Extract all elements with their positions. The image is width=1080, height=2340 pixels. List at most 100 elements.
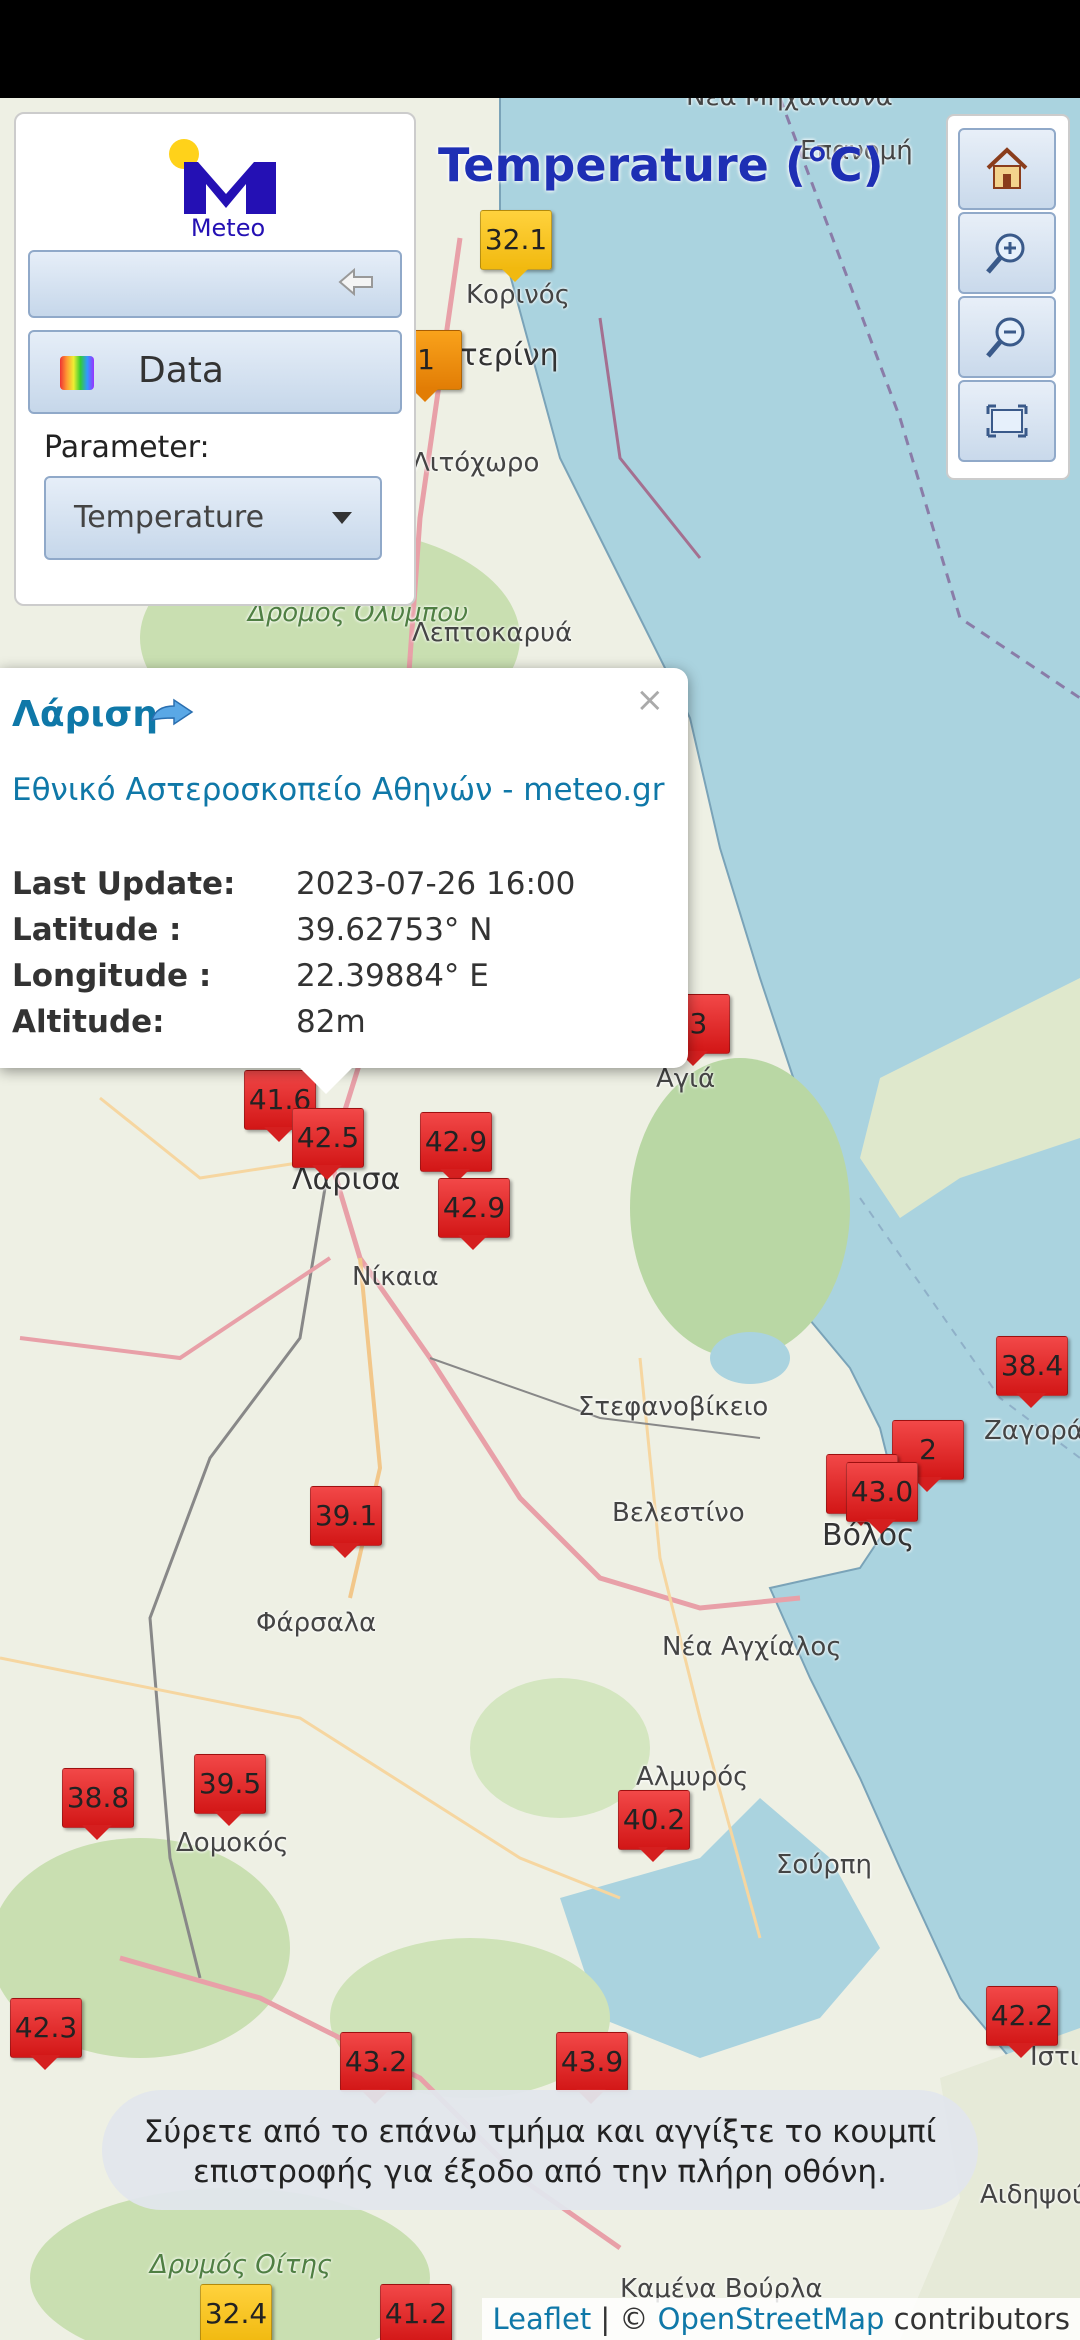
- popup-row-latitude: Latitude : 39.62753° N: [12, 912, 492, 948]
- home-button[interactable]: [958, 128, 1056, 210]
- marker-value: 40.2: [618, 1790, 690, 1850]
- parameter-select[interactable]: Temperature: [44, 476, 382, 560]
- marker-value: 42.9: [420, 1112, 492, 1172]
- marker-pointer: [214, 1811, 244, 1826]
- marker-value: 42.5: [292, 1108, 364, 1168]
- map-title: Temperature (°C): [438, 138, 884, 192]
- osm-link[interactable]: OpenStreetMap: [658, 2302, 885, 2336]
- marker-value: 32.4: [200, 2284, 272, 2340]
- place-label: Νέα Αγχίαλος: [662, 1632, 842, 1662]
- back-button[interactable]: [28, 250, 402, 318]
- temperature-marker[interactable]: 40.2: [618, 1790, 690, 1862]
- temperature-marker[interactable]: 38.4: [996, 1336, 1068, 1408]
- field-value: 82m: [296, 1004, 366, 1040]
- temperature-marker[interactable]: 39.1: [310, 1486, 382, 1558]
- data-icon: [60, 356, 94, 390]
- fullscreen-hint-toast: Σύρετε από το επάνω τμήμα και αγγίξτε το…: [102, 2090, 978, 2210]
- marker-pointer: [330, 1543, 360, 1558]
- station-name: Λάριση: [12, 694, 159, 735]
- marker-pointer: [500, 267, 530, 282]
- place-label: Δομοκός: [176, 1828, 289, 1858]
- place-label: Στεφανοβίκειο: [578, 1392, 769, 1422]
- meteo-logo: Meteo: [169, 139, 276, 242]
- temperature-marker[interactable]: 42.3: [10, 1998, 82, 2070]
- home-icon: [986, 147, 1028, 189]
- marker-pointer: [82, 1825, 112, 1840]
- zoom-in-button[interactable]: [958, 212, 1056, 294]
- place-label: Λιτόχωρο: [412, 448, 540, 478]
- marker-value: 41.2: [380, 2284, 452, 2340]
- place-label: Αγιά: [656, 1064, 716, 1094]
- map-controls: [946, 114, 1070, 480]
- temperature-marker[interactable]: 41.2: [380, 2284, 452, 2340]
- place-label: Κορινός: [466, 280, 570, 310]
- field-value: 39.62753° N: [296, 912, 493, 948]
- data-button[interactable]: Data: [28, 330, 402, 414]
- forward-arrow-icon[interactable]: [148, 698, 196, 728]
- temperature-marker[interactable]: 38.8: [62, 1768, 134, 1840]
- temperature-marker[interactable]: 42.9: [420, 1112, 492, 1184]
- place-label: Αιδηψού: [980, 2180, 1080, 2210]
- popup-row-longitude: Longitude : 22.39884° E: [12, 958, 489, 994]
- leaflet-link[interactable]: Leaflet: [492, 2302, 591, 2336]
- marker-value: 38.8: [62, 1768, 134, 1828]
- zoom-out-button[interactable]: [958, 296, 1056, 378]
- toast-line-1: Σύρετε από το επάνω τμήμα και αγγίξτε το…: [143, 2114, 937, 2150]
- marker-pointer: [458, 1235, 488, 1250]
- temperature-marker[interactable]: 42.9: [438, 1178, 510, 1250]
- temperature-marker[interactable]: 43.0: [846, 1462, 918, 1534]
- source-link[interactable]: Εθνικό Αστεροσκοπείο Αθηνών - meteo.gr: [12, 772, 664, 808]
- marker-pointer: [30, 2055, 60, 2070]
- marker-value: 42.3: [10, 1998, 82, 2058]
- marker-value: 38.4: [996, 1336, 1068, 1396]
- status-bar: [0, 0, 1080, 98]
- marker-pointer: [866, 1519, 896, 1534]
- temperature-marker-selected[interactable]: 42.5: [292, 1108, 364, 1180]
- field-label: Latitude :: [12, 912, 182, 948]
- temperature-marker[interactable]: 39.5: [194, 1754, 266, 1826]
- marker-pointer: [1006, 2043, 1036, 2058]
- place-label: Αλμυρός: [636, 1762, 749, 1792]
- marker-pointer: [264, 1127, 294, 1142]
- popup-pointer: [300, 1068, 352, 1094]
- marker-value: 43.0: [846, 1462, 918, 1522]
- back-arrow-icon: [338, 267, 373, 297]
- parameter-select-value: Temperature: [74, 500, 265, 535]
- temperature-marker[interactable]: 32.4: [200, 2284, 272, 2340]
- chevron-down-icon: [332, 512, 352, 524]
- place-label: Βελεστίνο: [612, 1498, 745, 1528]
- logo-text: Meteo: [191, 214, 265, 242]
- control-panel: Meteo Data Parameter: Temperature: [14, 112, 416, 606]
- parameter-label: Parameter:: [44, 430, 210, 465]
- attribution-suffix: contributors: [884, 2302, 1070, 2336]
- place-label: Σούρπη: [776, 1850, 873, 1880]
- temperature-marker[interactable]: 32.1: [480, 210, 552, 282]
- marker-pointer: [638, 1847, 668, 1862]
- temperature-marker[interactable]: 42.2: [986, 1986, 1058, 2058]
- marker-pointer: [312, 1165, 342, 1180]
- field-label: Altitude:: [12, 1004, 165, 1040]
- field-label: Longitude :: [12, 958, 212, 994]
- field-value: 22.39884° E: [296, 958, 489, 994]
- zoom-out-icon: [986, 317, 1025, 358]
- popup-row-altitude: Altitude: 82m: [12, 1004, 366, 1040]
- field-label: Last Update:: [12, 866, 236, 902]
- place-label: Ζαγορά: [984, 1416, 1080, 1446]
- fullscreen-button[interactable]: [958, 380, 1056, 462]
- marker-pointer: [1016, 1393, 1046, 1408]
- place-label: Λεπτοκαρυά: [412, 618, 573, 648]
- marker-value: 39.1: [310, 1486, 382, 1546]
- zoom-in-icon: [986, 233, 1025, 274]
- station-popup: × Λάριση Εθνικό Αστεροσκοπείο Αθηνών - m…: [0, 668, 688, 1068]
- marker-value: 43.2: [340, 2032, 412, 2092]
- close-icon[interactable]: ×: [636, 680, 665, 720]
- field-value: 2023-07-26 16:00: [296, 866, 576, 902]
- place-label: Νέα Μηχανιώνα: [686, 98, 893, 112]
- marker-value: 42.9: [438, 1178, 510, 1238]
- marker-value: 39.5: [194, 1754, 266, 1814]
- map-attribution: Leaflet | © OpenStreetMap contributors: [482, 2298, 1080, 2340]
- marker-value: 32.1: [480, 210, 552, 270]
- place-label: Φάρσαλα: [256, 1608, 377, 1638]
- place-label: Νίκαια: [352, 1262, 439, 1292]
- marker-value: 43.9: [556, 2032, 628, 2092]
